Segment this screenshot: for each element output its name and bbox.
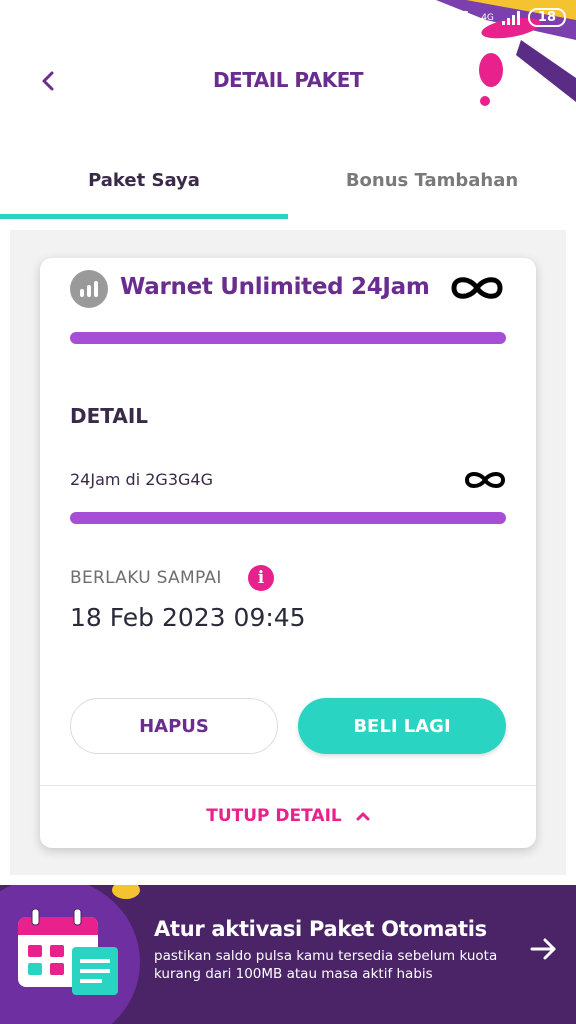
info-icon[interactable]: i bbox=[248, 565, 274, 591]
moon-icon bbox=[457, 10, 473, 26]
battery-level: 18 bbox=[527, 8, 566, 27]
active-tab-indicator bbox=[0, 214, 288, 219]
package-card: Warnet Unlimited 24Jam DETAIL 24Jam di 2… bbox=[40, 258, 536, 848]
signal-icon bbox=[501, 10, 520, 25]
close-detail-button[interactable]: TUTUP DETAIL bbox=[40, 806, 536, 826]
page-title: DETAIL PAKET bbox=[212, 68, 364, 92]
tab-bonus-tambahan[interactable]: Bonus Tambahan bbox=[288, 170, 576, 191]
banner-title: Atur aktivasi Paket Otomatis bbox=[154, 917, 487, 941]
valid-until-label: BERLAKU SAMPAI bbox=[70, 568, 222, 588]
header: DETAIL PAKET bbox=[0, 55, 576, 105]
infinity-icon bbox=[451, 277, 503, 299]
arrow-right-icon[interactable] bbox=[528, 933, 560, 965]
divider bbox=[40, 785, 536, 786]
status-bar: 4G 18 bbox=[0, 0, 576, 106]
infinity-icon bbox=[464, 472, 506, 488]
quota-progress-bar bbox=[70, 332, 506, 344]
close-detail-label: TUTUP DETAIL bbox=[206, 806, 342, 826]
signal-bars-icon bbox=[70, 270, 108, 308]
tab-paket-saya[interactable]: Paket Saya bbox=[0, 170, 288, 191]
coin-decoration bbox=[112, 885, 140, 899]
valid-until-date: 18 Feb 2023 09:45 bbox=[70, 603, 306, 632]
delete-button[interactable]: HAPUS bbox=[70, 698, 278, 754]
detail-progress-bar bbox=[70, 512, 506, 524]
auto-package-banner[interactable]: Atur aktivasi Paket Otomatis pastikan sa… bbox=[0, 885, 576, 1024]
tab-bar: Paket Saya Bonus Tambahan bbox=[0, 150, 576, 220]
network-type: 4G bbox=[481, 12, 494, 23]
status-icons: 4G 18 bbox=[457, 8, 566, 27]
buy-again-button[interactable]: BELI LAGI bbox=[298, 698, 506, 754]
calendar-icon bbox=[18, 908, 118, 995]
detail-item-label: 24Jam di 2G3G4G bbox=[70, 470, 213, 489]
chevron-up-icon bbox=[356, 812, 370, 821]
detail-heading: DETAIL bbox=[70, 404, 149, 428]
banner-description: pastikan saldo pulsa kamu tersedia sebel… bbox=[154, 948, 498, 982]
package-name: Warnet Unlimited 24Jam bbox=[120, 274, 430, 300]
